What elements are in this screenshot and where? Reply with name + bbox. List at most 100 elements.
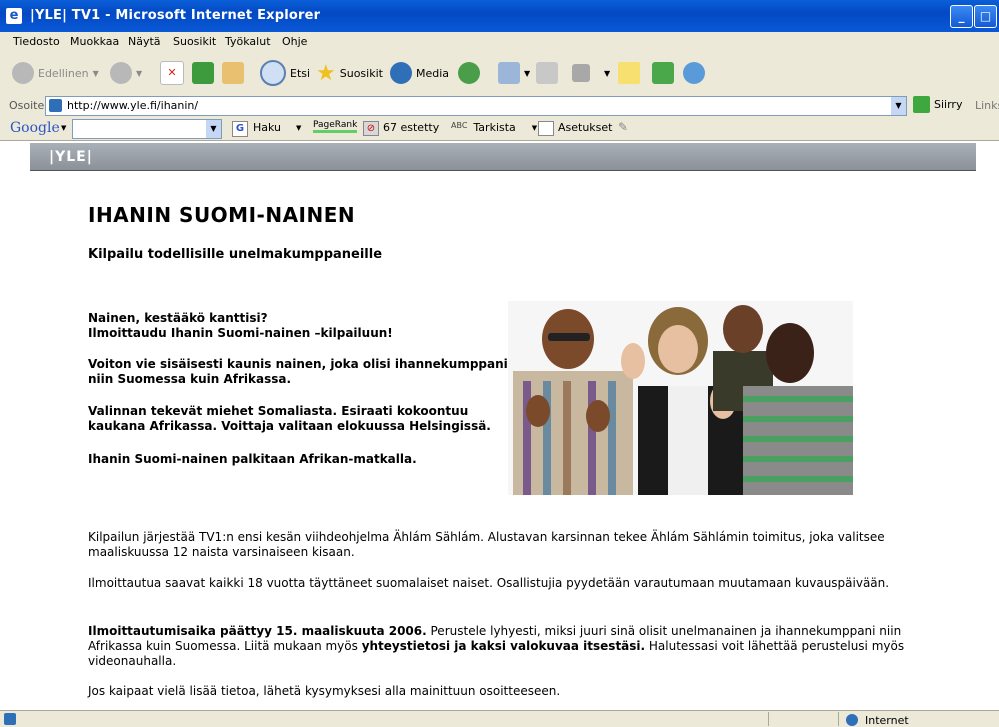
page-icon [49, 99, 62, 112]
deadline-text: Ilmoittautumisaika päättyy 15. maaliskuu… [88, 624, 427, 638]
chevron-down-icon: ▼ [604, 68, 611, 78]
chevron-down-icon: ▼ [524, 68, 531, 78]
chevron-down-icon[interactable]: ▼ [891, 97, 906, 115]
home-button[interactable] [222, 60, 244, 86]
page-title: IHANIN SUOMI-NAINEN [88, 203, 356, 227]
favorites-label: Suosikit [339, 66, 383, 80]
chevron-down-icon: ▼ [136, 68, 143, 78]
research-button[interactable] [652, 60, 674, 86]
ie-icon: e [6, 8, 22, 24]
spellcheck-button[interactable]: ABC Tarkista ▼ [451, 121, 537, 134]
address-url: http://www.yle.fi/ihanin/ [67, 99, 199, 112]
chevron-down-icon: ▼ [92, 68, 99, 78]
promo-photo-illustration [508, 301, 853, 495]
go-label: Siirry [934, 98, 963, 111]
forward-arrow-icon [110, 62, 132, 84]
menu-edit[interactable]: Muokkaa [70, 35, 119, 48]
chevron-down-icon: ▼ [296, 124, 302, 132]
attachments-text: yhteystietosi ja kaksi valokuvaa itsestä… [361, 639, 646, 653]
contact-paragraph: Jos kaipaat vielä lisää tietoa, lähetä k… [88, 684, 561, 698]
google-search-input[interactable]: ▼ [72, 119, 222, 139]
history-icon [458, 62, 480, 84]
forward-button[interactable]: ▼ [110, 60, 142, 86]
yle-header-strip: |YLE| [30, 143, 976, 171]
favorites-button[interactable]: ★ Suosikit [316, 60, 383, 86]
menu-file[interactable]: Tiedosto [13, 35, 60, 48]
address-bar: Osoite http://www.yle.fi/ihanin/ ▼ Siirr… [0, 94, 999, 119]
standard-toolbar: Edellinen ▼ ▼ ✕ Etsi ★ Suosikit Media ▼ … [0, 52, 999, 95]
messenger-icon [683, 62, 705, 84]
settings-icon [538, 121, 554, 136]
address-input[interactable]: http://www.yle.fi/ihanin/ ▼ [45, 96, 907, 116]
menu-favorites[interactable]: Suosikit [173, 35, 216, 48]
messenger-button[interactable] [683, 60, 705, 86]
media-button[interactable]: Media [390, 60, 449, 86]
search-button[interactable]: Etsi [260, 60, 310, 86]
google-logo[interactable]: Google [10, 120, 60, 136]
history-button[interactable] [458, 60, 480, 86]
search-icon [260, 60, 286, 86]
menu-view[interactable]: Näytä [128, 35, 161, 48]
spellcheck-label: Tarkista [473, 121, 516, 134]
back-label: Edellinen [38, 66, 89, 80]
page-status-icon [4, 713, 16, 725]
stop-button[interactable]: ✕ [160, 60, 184, 86]
deadline-paragraph: Ilmoittautumisaika päättyy 15. maaliskuu… [88, 624, 918, 669]
links-label[interactable]: Links [975, 99, 999, 112]
edit-icon [572, 64, 590, 82]
eligibility-paragraph: Ilmoittautua saavat kaikki 18 vuotta täy… [88, 576, 890, 590]
print-icon [536, 62, 558, 84]
settings-button[interactable]: Asetukset [538, 121, 613, 136]
menu-help[interactable]: Ohje [282, 35, 307, 48]
refresh-button[interactable] [192, 60, 214, 86]
chevron-down-icon[interactable]: ▼ [206, 120, 221, 138]
mail-button[interactable]: ▼ [498, 60, 530, 86]
intro-line-2: Ilmoittaudu Ihanin Suomi-nainen –kilpail… [88, 326, 393, 340]
refresh-icon [192, 62, 214, 84]
chevron-down-icon[interactable]: ▼ [61, 124, 66, 132]
popup-blocker[interactable]: ⊘ 67 estetty [363, 121, 439, 136]
back-arrow-icon [12, 62, 34, 84]
globe-icon [846, 714, 858, 726]
intro-paragraph: Nainen, kestääkö kanttisi? Ilmoittaudu I… [88, 311, 508, 341]
note-icon [618, 62, 640, 84]
go-arrow-icon [913, 96, 930, 113]
winner-paragraph: Voiton vie sisäisesti kaunis nainen, jok… [88, 357, 508, 386]
intro-line-1: Nainen, kestääkö kanttisi? [88, 311, 268, 325]
title-bar: e |YLE| TV1 - Microsoft Internet Explore… [0, 0, 999, 32]
popup-blocked-icon: ⊘ [363, 121, 379, 136]
menu-bar: Tiedosto Muokkaa Näytä Suosikit Työkalut… [0, 32, 999, 53]
prize-paragraph: Ihanin Suomi-nainen palkitaan Afrikan-ma… [88, 452, 417, 466]
google-search-button[interactable]: G Haku ▼ [232, 121, 301, 137]
maximize-button[interactable]: □ [974, 5, 997, 28]
popup-blocked-count: 67 estetty [383, 121, 440, 134]
chevron-down-icon: ▼ [531, 124, 538, 132]
media-icon [390, 62, 412, 84]
search-label: Etsi [290, 66, 311, 80]
minimize-button[interactable]: _ [950, 5, 973, 28]
edit-button[interactable]: ▼ [572, 60, 610, 86]
zone-label: Internet [865, 714, 909, 727]
home-icon [222, 62, 244, 84]
highlighter-icon[interactable]: ✎ [618, 120, 628, 134]
spellcheck-icon: ABC [451, 121, 468, 130]
settings-label: Asetukset [558, 121, 613, 134]
pagerank-meter[interactable]: PageRank [313, 120, 358, 133]
window-title: |YLE| TV1 - Microsoft Internet Explorer [30, 8, 321, 23]
go-button[interactable]: Siirry [913, 96, 962, 113]
yle-logo[interactable]: |YLE| [49, 149, 93, 165]
status-bar: Internet [0, 710, 999, 727]
media-label: Media [416, 66, 450, 80]
google-search-label: Haku [253, 121, 282, 134]
promo-photo [508, 301, 853, 495]
back-button[interactable]: Edellinen ▼ [12, 60, 99, 86]
google-g-icon: G [232, 121, 248, 137]
stop-icon: ✕ [160, 61, 184, 85]
menu-tools[interactable]: Työkalut [225, 35, 271, 48]
status-divider [768, 712, 769, 726]
star-icon: ★ [316, 60, 336, 86]
discuss-button[interactable] [618, 60, 640, 86]
print-button[interactable] [536, 60, 558, 86]
status-divider [838, 712, 839, 726]
research-icon [652, 62, 674, 84]
